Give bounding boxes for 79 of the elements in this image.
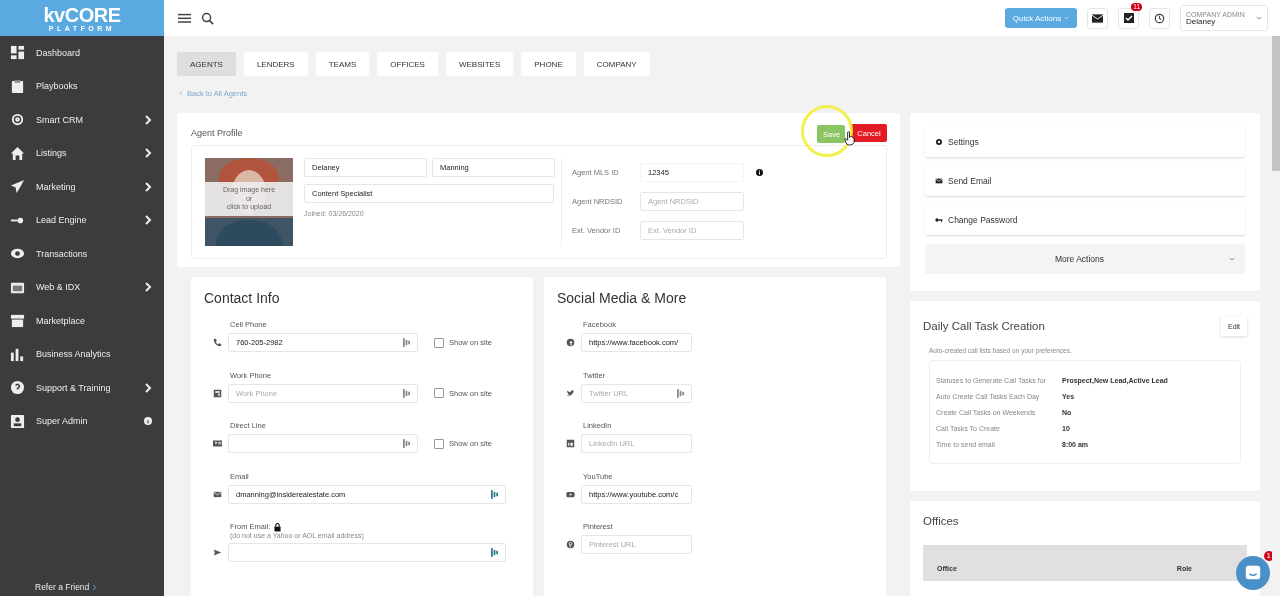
chevron-right-icon [144,282,152,293]
caret-icon [1064,16,1070,20]
section-title: Daily Call Task Creation [923,320,1045,332]
sidebar-item[interactable]: Web & IDX [0,270,164,304]
sidebar-item[interactable]: Transactions [0,237,164,271]
input-field[interactable] [228,543,506,562]
input-field[interactable] [228,434,418,453]
contact-picker-icon[interactable] [403,388,410,398]
history-icon [1154,12,1165,24]
action-button[interactable]: Settings [925,127,1245,157]
chat-icon [1244,564,1262,582]
chevron-right-icon [144,382,152,393]
tab[interactable]: WEBSITES [445,52,514,76]
sidebar-item[interactable]: Marketplace [0,304,164,338]
clipboard-icon [10,78,25,94]
sidebar-item[interactable]: Lead Engine [0,203,164,237]
store-icon [10,313,25,329]
sidebar-item[interactable]: Super Admin [0,404,164,438]
chevron-right-icon [144,114,152,125]
bar-chart-icon [10,346,25,362]
envelope-icon [213,489,222,499]
tab[interactable]: LENDERS [243,52,308,76]
envelope-icon [1092,13,1103,23]
house-icon [10,145,25,161]
section-title: Offices [923,515,960,527]
youtube-icon [566,489,575,499]
mail-button[interactable] [1087,7,1108,29]
contact-picker-icon[interactable] [403,439,410,448]
card-title: Agent Profile [191,128,243,138]
user-card-icon [10,413,25,429]
action-button[interactable]: More Actions [925,244,1245,274]
menu-icon[interactable] [178,11,191,25]
chevron-left-icon [179,90,183,96]
pinterest-icon [566,540,575,549]
user-name: Delaney [1186,17,1216,26]
sidebar-item[interactable]: Marketing [0,170,164,204]
send-icon [213,548,222,557]
sidebar-item[interactable]: Business Analytics [0,337,164,371]
sidebar-item[interactable]: Listings [0,136,164,170]
sidebar-item[interactable]: Smart CRM [0,103,164,137]
tab[interactable]: TEAMS [315,52,370,76]
history-button[interactable] [1149,7,1170,29]
help-icon [10,380,25,396]
facebook-icon [566,338,575,347]
section-title: Contact Info [204,290,281,308]
sidebar-item[interactable]: Playbooks [0,69,164,103]
dashboard-icon [10,45,25,61]
contact-picker-icon[interactable] [677,388,684,398]
chevron-right-icon [144,181,152,192]
contact-picker-icon[interactable] [491,548,498,557]
chevron-right-icon [92,583,98,591]
fax-icon [213,388,222,398]
tab[interactable]: AGENTS [177,52,236,76]
envelope-icon [935,177,943,185]
id-card-icon [213,439,222,448]
twitter-icon [566,388,575,398]
action-button[interactable]: Send Email [925,166,1245,196]
sidebar-item[interactable]: Support & Training [0,371,164,405]
action-button[interactable]: Change Password [925,205,1245,235]
search-icon[interactable] [201,11,214,25]
key-icon [935,216,943,224]
sidebar-item[interactable]: Dashboard [0,36,164,70]
caret-icon [1229,257,1235,261]
tab[interactable]: PHONE [521,52,576,76]
paper-plane-icon [10,179,25,195]
contact-picker-icon[interactable] [491,489,498,499]
chevron-right-icon [144,215,152,226]
contact-picker-icon[interactable] [403,338,410,347]
tab[interactable]: OFFICES [377,52,438,76]
hand-cursor-icon [844,130,855,146]
info-icon [144,416,152,427]
chevron-right-icon [144,148,152,159]
phone-icon [213,338,222,347]
refer-link[interactable]: Refer a Friend [35,582,90,592]
linkedin-icon [566,439,575,448]
caret-icon [1256,16,1262,20]
tab[interactable]: COMPANY [583,52,650,76]
section-title: Social Media & More [557,290,688,308]
checkbox-icon [1123,13,1134,23]
